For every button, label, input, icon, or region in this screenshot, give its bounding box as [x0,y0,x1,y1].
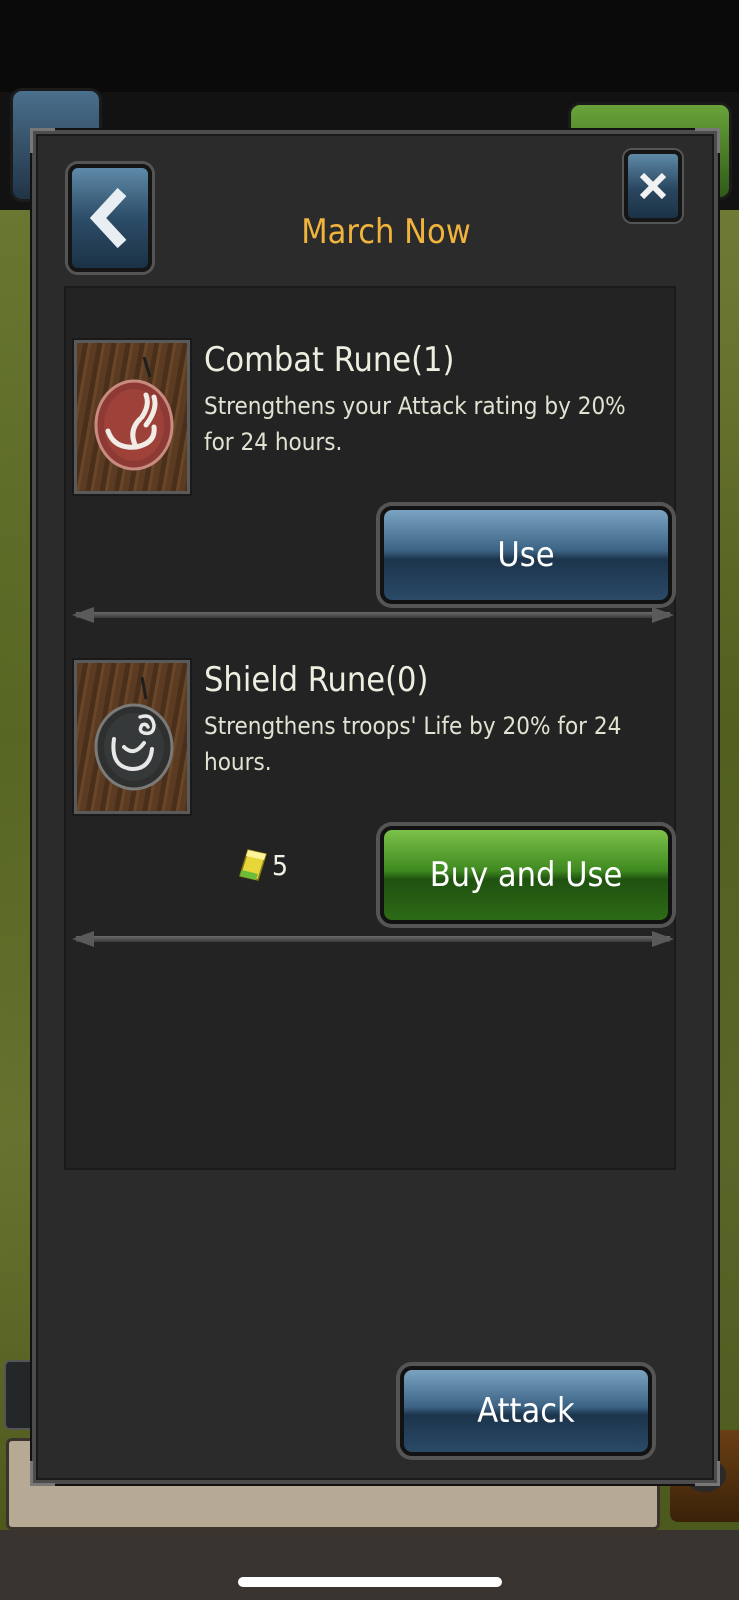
dialog-corner [30,128,55,153]
use-button[interactable]: Use [380,506,672,604]
price-value: 5 [272,848,289,882]
chevron-left-icon [89,187,127,249]
dialog-title: March Now [301,212,471,252]
attack-button[interactable]: Attack [400,1366,652,1456]
divider [72,607,674,623]
item-name: Combat Rune(1) [204,340,455,380]
item-description: Strengthens your Attack rating by 20% fo… [204,392,626,456]
buy-and-use-button[interactable]: Buy and Use [380,826,672,924]
close-button[interactable] [624,150,682,222]
item-description: Strengthens troops' Life by 20% for 24 h… [204,712,622,776]
back-button[interactable] [68,164,152,272]
combat-rune-icon [74,340,190,494]
march-now-dialog: March Now Combat Rune(1) Strengthens you… [30,128,720,1486]
home-indicator[interactable] [238,1577,502,1587]
dialog-corner [695,1461,720,1486]
close-icon [639,172,667,200]
dialog-corner [30,1461,55,1486]
dialog-corner [695,128,720,153]
item-name: Shield Rune(0) [204,660,429,700]
shield-rune-icon [74,660,190,814]
bottom-bar [0,1530,739,1600]
status-bar-area [0,0,739,92]
gold-bar-icon [239,849,267,881]
rune-list: Combat Rune(1) Strengthens your Attack r… [64,286,676,1170]
divider [72,931,674,947]
price: 5 [238,848,288,882]
